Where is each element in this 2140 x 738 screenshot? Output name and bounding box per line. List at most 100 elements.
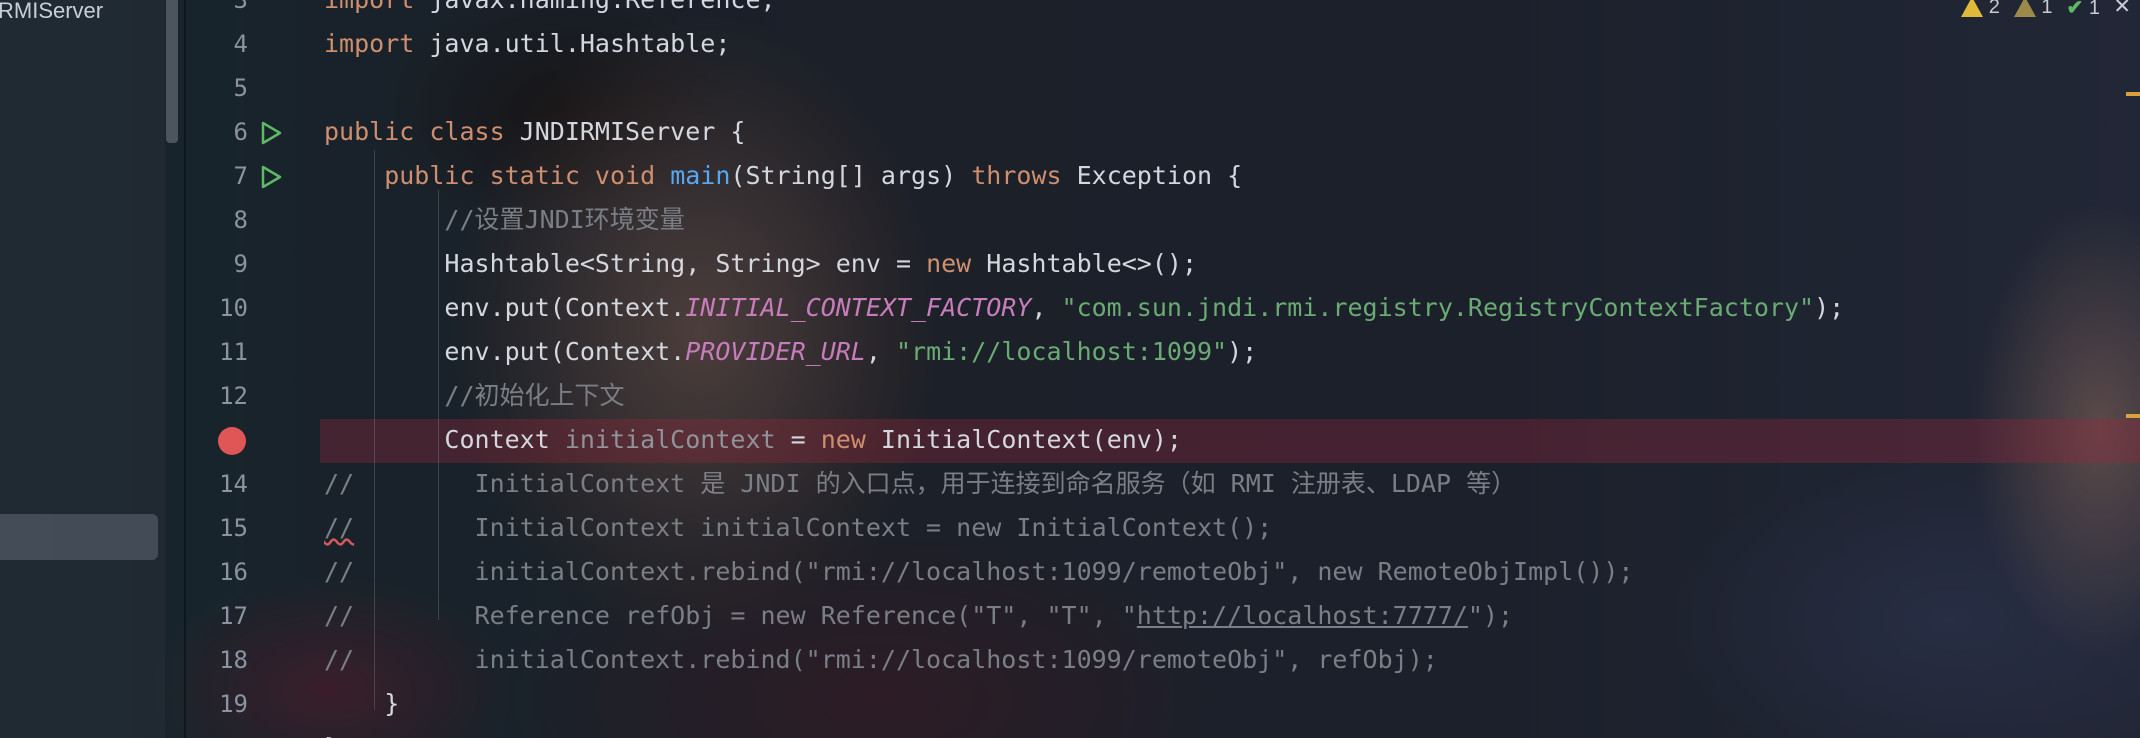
line-number[interactable]: 19 [186, 682, 248, 726]
line-number[interactable]: 9 [186, 242, 248, 286]
indent-guide [438, 190, 439, 620]
code-token: } [324, 733, 339, 738]
code-line[interactable]: env.put(Context.PROVIDER_URL, "rmi://loc… [324, 330, 2140, 374]
code-line[interactable]: public static void main(String[] args) t… [324, 154, 2140, 198]
code-token: ); [1814, 293, 1845, 322]
code-token: , [1031, 293, 1062, 322]
line-number[interactable]: 4 [186, 22, 248, 66]
weak-warnings-count[interactable]: 1 [2013, 0, 2053, 19]
line-number[interactable] [186, 726, 248, 738]
code-line[interactable]: //初始化上下文 [324, 374, 2140, 418]
code-token: (String[] args) [730, 161, 972, 190]
weak-warnings-count-value: 1 [2041, 0, 2053, 18]
code-token: // initialContext.rebind("rmi://localhos… [324, 557, 1634, 586]
code-token: , [865, 337, 896, 366]
code-token: "com.sun.jndi.rmi.registry.RegistryConte… [1061, 293, 1815, 322]
run-gutter-icon[interactable] [258, 120, 284, 146]
code-editor[interactable]: 3456789101112141516171819 import javax.n… [186, 0, 2140, 738]
code-line[interactable]: public class JNDIRMIServer { [324, 110, 2140, 154]
warnings-count-value: 2 [1988, 0, 2000, 18]
code-token: // initialContext.rebind("rmi://localhos… [324, 645, 1438, 674]
code-line[interactable]: // InitialContext initialContext = new I… [324, 506, 2140, 550]
line-number[interactable]: 16 [186, 550, 248, 594]
code-line[interactable]: // initialContext.rebind("rmi://localhos… [324, 550, 2140, 594]
code-token: = [775, 425, 821, 454]
code-token: Hashtable<>(); [986, 249, 1197, 278]
project-item-rmiserver[interactable]: RMIServer [0, 0, 103, 24]
code-line[interactable]: // initialContext.rebind("rmi://localhos… [324, 638, 2140, 682]
code-token: import [324, 0, 414, 14]
code-token: ); [1227, 337, 1258, 366]
code-token: INITIAL_CONTEXT_FACTORY [685, 293, 1032, 322]
code-token: Exception { [1076, 161, 1243, 190]
warning-stripe-marker[interactable] [2126, 414, 2140, 418]
code-token: http://localhost:7777/ [1136, 601, 1468, 630]
code-token: env.put(Context. [324, 337, 686, 366]
code-token: "); [1467, 601, 1514, 630]
code-token: new [926, 249, 987, 278]
editor-gutter[interactable]: 3 4 5 6 7 8 9 10 11 12 14 15 16 17 18 19 [186, 0, 306, 738]
code-token: public static void [324, 161, 671, 190]
code-token: javax.naming.Reference; [414, 0, 775, 14]
code-line[interactable]: import java.util.Hashtable; [324, 22, 2140, 66]
warning-icon [1961, 0, 1984, 18]
line-number[interactable]: 11 [186, 330, 248, 374]
code-token: throws [971, 161, 1077, 190]
code-token: //设置JNDI环境变量 [324, 205, 685, 234]
breakpoint-icon[interactable] [218, 427, 246, 455]
typos-count[interactable]: ✔ 1 [2067, 0, 2100, 20]
line-number[interactable]: 7 [186, 154, 248, 198]
code-token: "rmi://localhost:1099" [895, 337, 1228, 366]
line-number[interactable]: 12 [186, 374, 248, 418]
check-icon: ✔ [2066, 0, 2084, 19]
code-line[interactable] [324, 66, 2140, 110]
code-token: java.util.Hashtable; [414, 29, 731, 58]
warnings-count[interactable]: 2 [1961, 0, 2000, 19]
code-line[interactable]: env.put(Context.INITIAL_CONTEXT_FACTORY,… [324, 286, 2140, 330]
line-number[interactable]: 15 [186, 506, 248, 550]
code-line[interactable]: // InitialContext 是 JNDI 的入口点，用于连接到命名服务（… [324, 462, 2140, 506]
line-number[interactable]: 10 [186, 286, 248, 330]
weak-warning-icon [2013, 0, 2036, 18]
warning-stripe-marker[interactable] [2126, 92, 2140, 96]
line-number[interactable]: 17 [186, 594, 248, 638]
code-token: public class [324, 117, 520, 146]
code-line[interactable]: import javax.naming.Reference; [324, 0, 2140, 22]
code-line[interactable]: } [324, 682, 2140, 726]
line-number[interactable]: 8 [186, 198, 248, 242]
run-gutter-icon[interactable] [258, 164, 284, 190]
code-token: Hashtable<String, String> env = [324, 249, 927, 278]
code-token: // Reference refObj = new Reference("T",… [324, 601, 1137, 630]
line-number[interactable]: 6 [186, 110, 248, 154]
code-token: InitialContext(env); [880, 425, 1182, 454]
project-selected-row[interactable] [0, 514, 158, 560]
code-line[interactable]: // Reference refObj = new Reference("T",… [324, 594, 2140, 638]
code-token: // [324, 513, 355, 542]
code-token: env.put(Context. [324, 293, 686, 322]
code-token: } [324, 689, 400, 718]
code-token: new [820, 425, 881, 454]
indent-guide [374, 150, 375, 710]
line-number[interactable]: 18 [186, 638, 248, 682]
code-token: //初始化上下文 [324, 381, 625, 410]
code-token: import [324, 29, 415, 58]
typos-count-value: 1 [2088, 0, 2100, 19]
line-number[interactable]: 5 [186, 66, 248, 110]
code-token: InitialContext initialContext = new Init… [354, 513, 1273, 542]
line-number[interactable]: 14 [186, 462, 248, 506]
code-line[interactable]: } [324, 726, 2140, 738]
inspection-widget[interactable]: 2 1 ✔ 1 [1961, 0, 2100, 20]
project-panel: RMIServer [0, 0, 165, 738]
code-line[interactable]: //设置JNDI环境变量 [324, 198, 2140, 242]
code-token: JNDIRMIServer { [519, 117, 746, 146]
code-token: Context [324, 425, 565, 454]
line-number[interactable]: 3 [186, 0, 248, 22]
code-line[interactable]: Context initialContext = new InitialCont… [324, 418, 2140, 462]
close-icon[interactable]: ✕ [2114, 0, 2130, 20]
code-token: main [670, 161, 731, 190]
code-token: initialContext [564, 425, 776, 454]
code-line[interactable]: Hashtable<String, String> env = new Hash… [324, 242, 2140, 286]
code-token: // InitialContext 是 JNDI 的入口点，用于连接到命名服务（… [324, 469, 1517, 498]
code-token: PROVIDER_URL [685, 337, 866, 366]
project-panel-scrollbar[interactable] [166, 0, 178, 143]
